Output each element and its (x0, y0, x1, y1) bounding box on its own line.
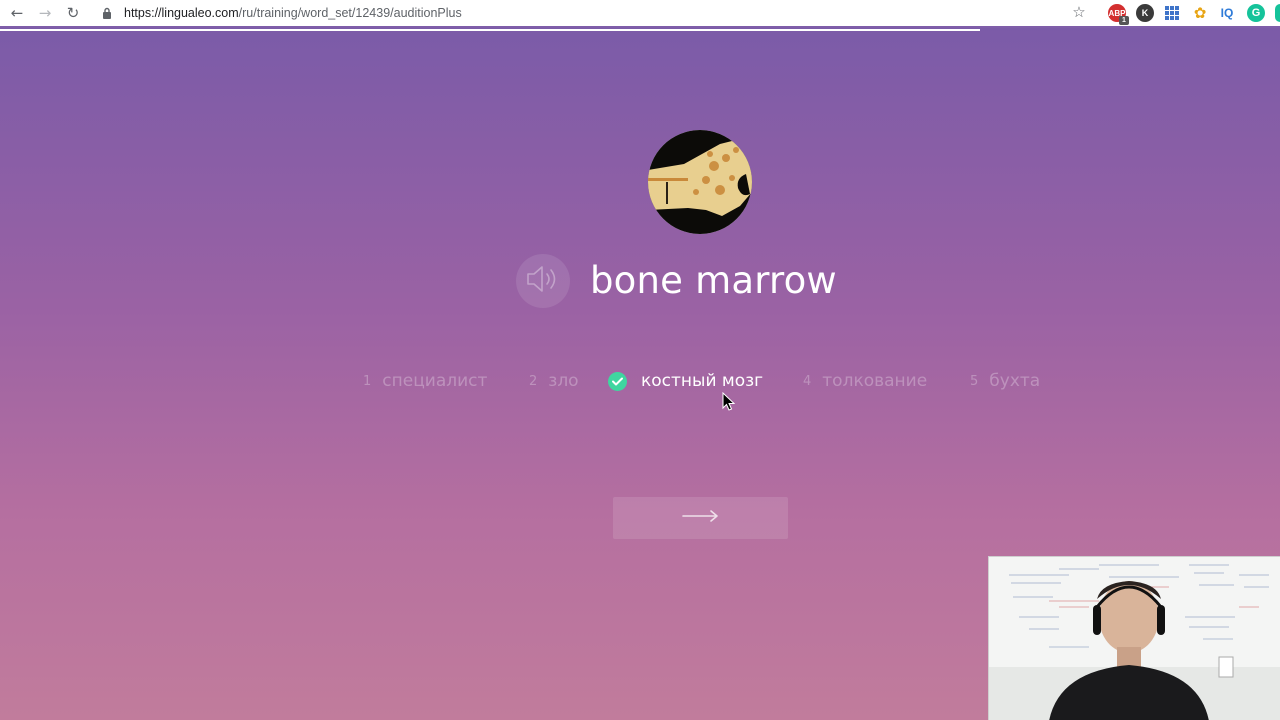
puzzle-extension-icon[interactable]: ✿ (1191, 4, 1209, 22)
forward-icon[interactable]: → (34, 2, 56, 24)
answer-number: 1 (363, 373, 372, 389)
bookmark-star-icon[interactable]: ☆ (1070, 3, 1088, 21)
grammarly-label: G (1251, 7, 1261, 19)
answer-text: костный мозг (641, 371, 764, 391)
answer-number: 2 (529, 373, 538, 389)
answer-option-5[interactable]: 5 бухта (970, 368, 1040, 394)
answer-option-3-correct[interactable]: костный мозг (608, 368, 763, 394)
iq-label: IQ (1220, 6, 1234, 20)
k-extension-icon[interactable]: K (1136, 4, 1154, 22)
answer-option-4[interactable]: 4 толкование (803, 368, 927, 394)
arrow-right-icon (681, 509, 721, 528)
back-icon[interactable]: ← (6, 2, 28, 24)
k-label: K (1141, 8, 1149, 18)
answer-number: 5 (970, 373, 979, 389)
mouse-cursor-icon (722, 391, 736, 412)
extension-partial-icon[interactable] (1275, 4, 1280, 22)
abp-extension-icon[interactable]: ABP 1 (1108, 4, 1129, 25)
lock-icon (100, 6, 114, 20)
url-path: /ru/training/word_set/12439/auditionPlus (238, 5, 462, 20)
answer-option-1[interactable]: 1 специалист (363, 368, 487, 394)
word-picture (648, 130, 752, 234)
address-bar[interactable]: https://lingualeo.com/ru/training/word_s… (100, 2, 1095, 23)
grammarly-extension-icon[interactable]: G (1247, 4, 1265, 22)
url-host: https://lingualeo.com (124, 5, 239, 20)
webcam-video (988, 556, 1280, 720)
word-title: bone marrow (590, 259, 837, 302)
next-button[interactable] (613, 497, 788, 539)
iq-extension-icon[interactable]: IQ (1218, 4, 1236, 22)
play-sound-button[interactable] (516, 254, 570, 308)
answer-text: бухта (989, 371, 1041, 391)
url-text: https://lingualeo.com/ru/training/word_s… (124, 6, 462, 20)
answer-text: толкование (822, 371, 928, 391)
answer-text: зло (548, 371, 579, 391)
answer-number: 4 (803, 373, 812, 389)
browser-toolbar: ← → ↻ https://lingualeo.com/ru/training/… (0, 0, 1280, 26)
speaker-icon (525, 264, 561, 299)
answer-options: 1 специалист 2 зло костный мозг 4 толков… (0, 368, 1280, 394)
reload-icon[interactable]: ↻ (62, 2, 84, 24)
check-icon (608, 371, 627, 391)
grid-extension-icon[interactable] (1163, 4, 1181, 22)
answer-text: специалист (382, 371, 488, 391)
answer-option-2[interactable]: 2 зло (529, 368, 579, 394)
page-load-progress (0, 29, 980, 31)
abp-badge: 1 (1119, 16, 1129, 25)
